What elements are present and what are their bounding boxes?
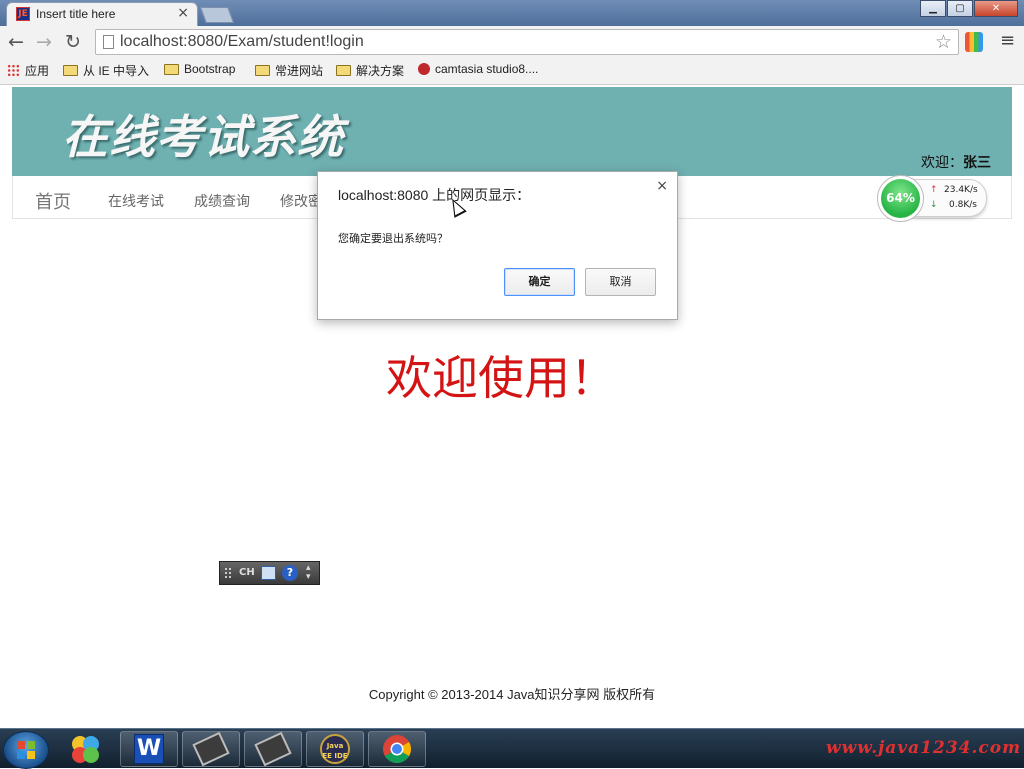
new-tab-button[interactable] [200,7,234,23]
welcome-user: 欢迎：张三 [921,152,991,172]
taskbar-terminal-2[interactable] [244,731,302,767]
taskbar-javaee-ide[interactable]: Java EE IDE [306,731,364,767]
bookmark-label: 从 IE 中导入 [83,64,150,78]
bookmark-label: 应用 [25,64,50,78]
taskbar-paint[interactable] [56,731,114,767]
taskbar-terminal-1[interactable] [182,731,240,767]
site-footer: Copyright © 2013-2014 Java知识分享网 版权所有 [368,687,656,702]
taskbar-chrome[interactable] [368,731,426,767]
bookmark-label: Bootstrap [184,62,236,76]
folder-icon [255,65,270,76]
terminal-icon [254,731,292,767]
drag-handle-icon[interactable] [224,567,232,579]
bookmark-ie-import[interactable]: 从 IE 中导入 [63,62,149,79]
upload-arrow-icon: ↑ [930,185,938,195]
bookmark-apps[interactable]: 应用 [7,62,49,79]
nav-online-exam[interactable]: 在线考试 [108,191,164,211]
wps-writer-icon: W [134,734,164,764]
folder-icon [336,65,351,76]
address-bar[interactable]: localhost:8080/Exam/student!login ☆ [95,29,959,55]
nav-score-query[interactable]: 成绩查询 [194,191,250,211]
bookmark-label: camtasia studio8.... [435,62,539,76]
bookmarks-bar: 应用 从 IE 中导入 Bootstrap 常进网站 解决方案 camtasia… [0,59,1024,85]
bookmark-label: 解决方案 [356,64,405,78]
paint-icon [72,736,99,763]
tab-close-icon[interactable]: × [177,5,189,21]
ok-button[interactable]: 确定 [504,268,575,296]
bookmark-camtasia[interactable]: camtasia studio8.... [418,62,538,76]
help-icon[interactable]: ? [282,565,298,581]
back-icon[interactable]: ← [8,31,24,53]
site-header: 在线考试系统 欢迎：张三 [12,87,1012,176]
page-icon [103,35,114,49]
windows-logo-icon [17,741,35,759]
tab-title: Insert title here [36,7,116,21]
address-url[interactable]: localhost:8080/Exam/student!login [120,33,364,51]
bookmark-frequent-sites[interactable]: 常进网站 [255,62,323,79]
nav-home[interactable]: 首页 [35,188,71,214]
ime-mode-icon[interactable] [261,566,276,580]
bookmark-solutions[interactable]: 解决方案 [336,62,404,79]
apps-grid-icon [7,64,20,77]
dialog-close-icon[interactable]: × [656,178,668,194]
confirm-dialog: localhost:8080 上的网页显示： × 您确定要退出系统吗？ 确定 取… [317,171,678,320]
menu-icon[interactable]: ≡ [1000,30,1015,51]
memory-percent: 64% [881,179,920,218]
extension-icon[interactable] [965,32,983,52]
favicon-icon: JE [16,7,30,21]
window-controls: ▁ ▢ ✕ [919,0,1018,18]
start-button[interactable] [3,731,49,769]
download-arrow-icon: ↓ [930,200,938,210]
watermark-text: www.java1234.com [826,738,1022,758]
site-logo: 在线考试系统 [62,110,344,164]
bookmark-star-icon[interactable]: ☆ [935,31,952,53]
maximize-button[interactable]: ▢ [947,0,973,17]
ime-toolbar[interactable]: CH ? ▴ ▾ [219,561,320,585]
close-window-button[interactable]: ✕ [974,0,1018,17]
bookmark-bootstrap[interactable]: Bootstrap [164,62,235,76]
red-app-icon [418,63,430,75]
window-title-bar: JE Insert title here × ▁ ▢ ✕ [0,0,1024,26]
reload-icon[interactable]: ↻ [65,31,81,53]
taskbar: W Java EE IDE www.java1234.com [0,728,1024,769]
ime-options-icon[interactable]: ▴ ▾ [306,564,311,582]
network-speed-widget[interactable]: 64% ↑ 23.4K/s ↓ 0.8K/s [877,175,987,222]
browser-toolbar: ← → ↻ localhost:8080/Exam/student!login … [0,26,1024,60]
ime-language[interactable]: CH [239,567,255,578]
user-name: 张三 [963,155,991,171]
forward-icon[interactable]: → [36,31,52,53]
taskbar-wps-writer[interactable]: W [120,731,178,767]
welcome-prefix: 欢迎： [921,155,963,171]
nav-change-password[interactable]: 修改密 [280,191,322,211]
browser-tab[interactable]: JE Insert title here × [6,2,198,26]
cancel-button[interactable]: 取消 [585,268,656,296]
welcome-message: 欢迎使用！ [386,351,616,405]
terminal-icon [192,731,230,767]
upload-rate: 23.4K/s [944,185,978,195]
minimize-button[interactable]: ▁ [920,0,946,17]
dialog-message: 您确定要退出系统吗？ [338,232,448,245]
speed-ring: 64% [877,175,924,222]
download-rate: 0.8K/s [949,200,977,210]
folder-icon [164,63,179,75]
dialog-title: localhost:8080 上的网页显示： [338,187,531,203]
folder-icon [63,65,78,76]
chrome-icon [383,735,411,763]
javaee-ide-icon: Java EE IDE [320,734,350,764]
bookmark-label: 常进网站 [275,64,324,78]
